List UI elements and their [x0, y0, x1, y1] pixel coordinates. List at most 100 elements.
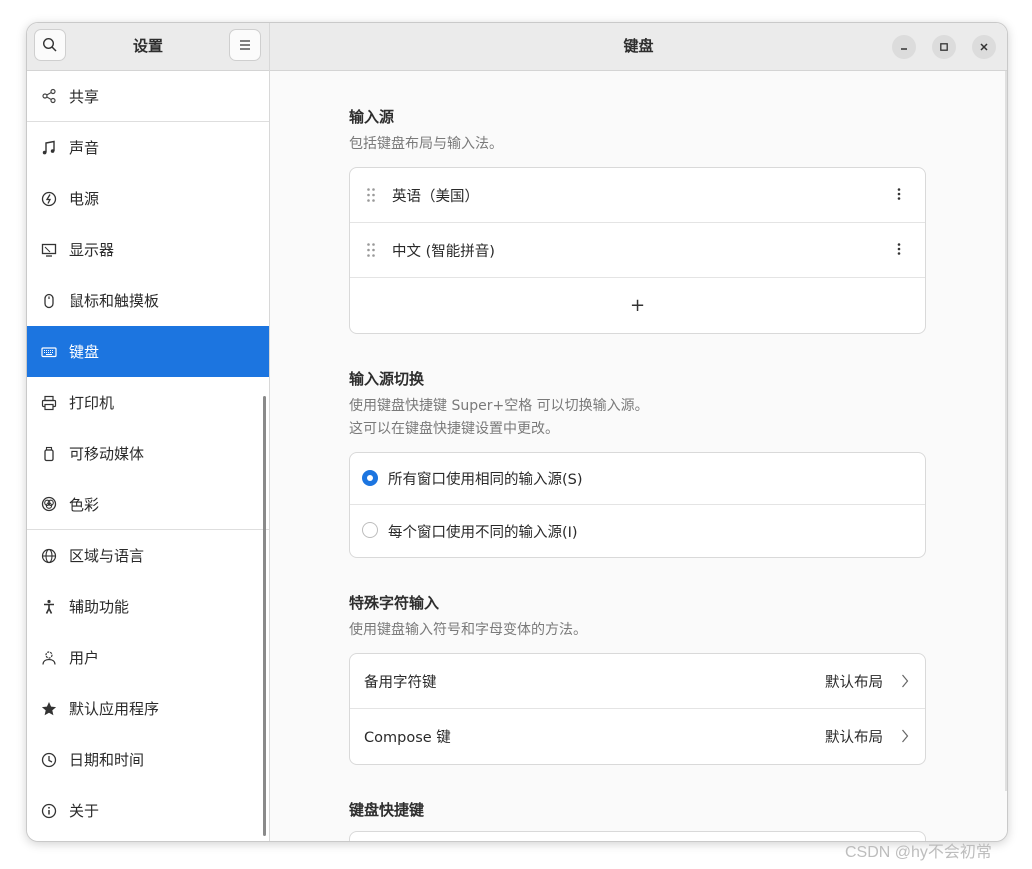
keyboard-icon — [40, 343, 58, 361]
section-title-shortcuts: 键盘快捷键 — [349, 801, 425, 819]
sidebar-item-color[interactable]: 色彩 — [27, 479, 269, 530]
add-icon: + — [629, 295, 646, 316]
sidebar-item-label: 用户 — [69, 649, 100, 667]
sidebar-item-removable-media[interactable]: 可移动媒体 — [27, 428, 269, 479]
sidebar-item-label: 键盘 — [69, 343, 100, 361]
sidebar-item-default-apps[interactable]: 默认应用程序 — [27, 683, 269, 734]
input-source-row[interactable]: 中文 (智能拼音) — [350, 223, 925, 278]
sidebar-item-label: 显示器 — [69, 241, 115, 259]
sidebar-scrollbar[interactable] — [263, 396, 266, 836]
close-icon — [980, 43, 988, 51]
color-icon — [40, 495, 58, 513]
sidebar-item-label: 区域与语言 — [69, 547, 145, 565]
section-desc-input-sources: 包括键盘布局与输入法。 — [349, 136, 503, 152]
shortcuts-list[interactable] — [349, 831, 926, 841]
sidebar-item-label: 色彩 — [69, 495, 100, 514]
sidebar-item-datetime[interactable]: 日期和时间 — [27, 734, 269, 785]
users-icon — [40, 649, 58, 667]
sidebar-item-displays[interactable]: 显示器 — [27, 224, 269, 275]
drag-handle-icon[interactable] — [366, 187, 376, 203]
sidebar-item-power[interactable]: 电源 — [27, 173, 269, 224]
radio-label: 每个窗口使用不同的输入源(I) — [388, 524, 578, 541]
sidebar-item-label: 鼠标和触摸板 — [69, 292, 160, 310]
section-title-special-chars: 特殊字符输入 — [349, 594, 440, 612]
radio-option-same-source[interactable]: 所有窗口使用相同的输入源(S) — [350, 453, 925, 505]
sidebar-item-about[interactable]: 关于 — [27, 785, 269, 836]
sidebar-item-label: 声音 — [69, 139, 100, 157]
more-options-icon[interactable] — [897, 186, 901, 202]
input-sources-list: 英语（美国） 中文 (智能拼音) + — [349, 167, 926, 334]
input-source-label: 中文 (智能拼音) — [392, 243, 495, 260]
maximize-button[interactable] — [932, 35, 956, 59]
sidebar-item-sharing[interactable]: 共享 — [27, 71, 269, 122]
sidebar-header: 设置 — [27, 23, 269, 71]
sidebar-item-printers[interactable]: 打印机 — [27, 377, 269, 428]
removable-media-icon — [40, 445, 58, 463]
sidebar-item-label: 打印机 — [69, 394, 115, 412]
sidebar-item-accessibility[interactable]: 辅助功能 — [27, 581, 269, 632]
clock-icon — [40, 751, 58, 769]
drag-handle-icon[interactable] — [366, 242, 376, 258]
watermark: CSDN @hy不会初常 — [845, 844, 992, 861]
printer-icon — [40, 394, 58, 412]
info-icon — [40, 802, 58, 820]
more-options-icon[interactable] — [897, 241, 901, 257]
section-desc-switching-1: 使用键盘快捷键 Super+空格 可以切换输入源。 — [349, 398, 649, 414]
sidebar-title: 设置 — [132, 37, 163, 55]
music-note-icon — [40, 139, 58, 157]
sidebar-item-users[interactable]: 用户 — [27, 632, 269, 683]
sidebar-item-label: 默认应用程序 — [69, 700, 160, 718]
compose-key-row[interactable]: Compose 键 默认布局 — [350, 709, 925, 764]
search-button[interactable] — [34, 29, 66, 61]
sidebar-item-label: 共享 — [69, 87, 100, 106]
minimize-icon — [901, 48, 907, 50]
accessibility-icon — [40, 598, 58, 616]
input-source-row[interactable]: 英语（美国） — [350, 168, 925, 223]
radio-button-selected[interactable] — [362, 470, 378, 486]
sidebar-item-label: 辅助功能 — [69, 598, 130, 616]
search-icon — [42, 37, 57, 52]
power-icon — [40, 190, 58, 208]
settings-window: 设置 共享 声音 电源 显示器 鼠标和触摸板 键盘 打印机 可移动媒体 色彩 区… — [26, 22, 1008, 842]
add-input-source-button[interactable]: + — [350, 278, 925, 333]
content-panel: 键盘 输入源 包括键盘布局与输入法。 英语（美国） 中文 (智能拼音) + 输入… — [270, 23, 1007, 841]
section-desc-switching-2: 这可以在键盘快捷键设置中更改。 — [349, 421, 559, 437]
row-label: Compose 键 — [364, 730, 451, 746]
alternate-characters-key-row[interactable]: 备用字符键 默认布局 — [350, 654, 925, 709]
sidebar-item-label: 电源 — [69, 190, 100, 208]
section-desc-special-chars: 使用键盘输入符号和字母变体的方法。 — [349, 622, 587, 638]
content-scrollbar[interactable] — [1005, 71, 1007, 791]
sidebar-item-label: 关于 — [69, 802, 100, 820]
row-label: 备用字符键 — [364, 674, 437, 691]
chevron-right-icon — [902, 674, 909, 688]
chevron-right-icon — [902, 729, 909, 743]
radio-button[interactable] — [362, 522, 378, 538]
star-icon — [40, 700, 58, 718]
input-source-label: 英语（美国） — [392, 188, 479, 205]
sidebar-item-sound[interactable]: 声音 — [27, 122, 269, 173]
close-button[interactable] — [972, 35, 996, 59]
special-chars-list: 备用字符键 默认布局 Compose 键 默认布局 — [349, 653, 926, 765]
section-title-input-sources: 输入源 — [349, 108, 395, 126]
radio-option-different-source[interactable]: 每个窗口使用不同的输入源(I) — [350, 505, 925, 557]
sidebar-item-keyboard[interactable]: 键盘 — [27, 326, 269, 377]
minimize-button[interactable] — [892, 35, 916, 59]
sidebar-item-label: 可移动媒体 — [69, 445, 145, 463]
maximize-icon — [940, 43, 948, 51]
sidebar-nav: 共享 声音 电源 显示器 鼠标和触摸板 键盘 打印机 可移动媒体 色彩 区域与语… — [27, 71, 269, 836]
menu-button[interactable] — [229, 29, 261, 61]
display-icon — [40, 241, 58, 259]
sidebar-item-region[interactable]: 区域与语言 — [27, 530, 269, 581]
mouse-icon — [40, 292, 58, 310]
radio-label: 所有窗口使用相同的输入源(S) — [388, 472, 583, 488]
row-value: 默认布局 — [825, 730, 883, 746]
row-value: 默认布局 — [825, 674, 883, 691]
sidebar: 设置 共享 声音 电源 显示器 鼠标和触摸板 键盘 打印机 可移动媒体 色彩 区… — [27, 23, 270, 841]
sidebar-item-mouse[interactable]: 鼠标和触摸板 — [27, 275, 269, 326]
sidebar-item-label: 日期和时间 — [69, 751, 145, 769]
globe-icon — [40, 547, 58, 565]
content-header: 键盘 — [270, 23, 1007, 71]
hamburger-icon — [240, 40, 250, 50]
share-icon — [40, 87, 58, 105]
section-title-switching: 输入源切换 — [349, 370, 425, 388]
